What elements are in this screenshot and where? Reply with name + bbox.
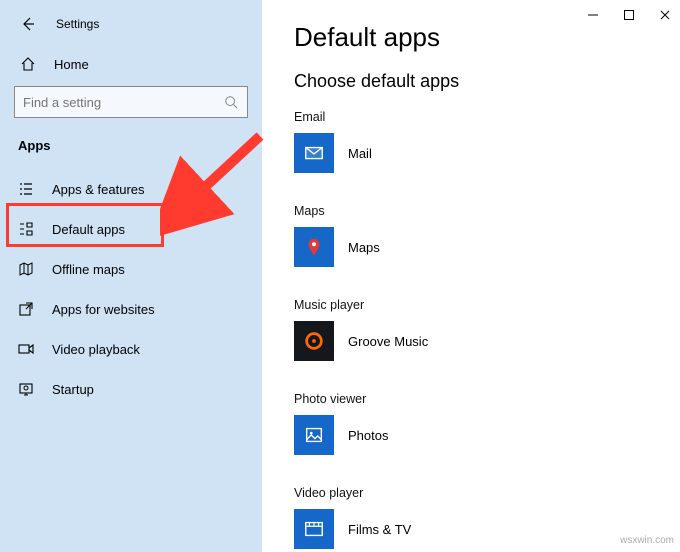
page-subtitle: Choose default apps xyxy=(294,71,680,92)
category-label: Photo viewer xyxy=(294,392,680,406)
title-bar: Settings xyxy=(0,0,262,40)
startup-icon xyxy=(18,381,34,397)
default-app-video[interactable]: Films & TV xyxy=(294,508,624,550)
app-tile xyxy=(294,227,334,267)
mail-icon xyxy=(303,142,325,164)
maps-icon xyxy=(303,236,325,258)
app-tile xyxy=(294,509,334,549)
nav-label: Video playback xyxy=(52,342,140,357)
category-email: Email Mail xyxy=(294,110,680,174)
search-box[interactable] xyxy=(14,86,248,118)
nav-video-playback[interactable]: Video playback xyxy=(0,329,262,369)
nav-label: Default apps xyxy=(52,222,125,237)
category-label: Music player xyxy=(294,298,680,312)
content-area: Default apps Choose default apps Email M… xyxy=(262,0,680,552)
default-app-music[interactable]: Groove Music xyxy=(294,320,624,362)
search-input[interactable] xyxy=(23,95,223,110)
home-nav[interactable]: Home xyxy=(0,40,262,80)
category-photo: Photo viewer Photos xyxy=(294,392,680,456)
open-icon xyxy=(18,301,34,317)
nav-label: Startup xyxy=(52,382,94,397)
defaults-icon xyxy=(18,221,34,237)
back-button[interactable] xyxy=(18,14,38,34)
nav-offline-maps[interactable]: Offline maps xyxy=(0,249,262,289)
search-wrap xyxy=(0,80,262,128)
home-label: Home xyxy=(54,57,89,72)
category-label: Video player xyxy=(294,486,680,500)
app-name: Photos xyxy=(348,428,388,443)
window-controls xyxy=(586,8,672,22)
app-name: Groove Music xyxy=(348,334,428,349)
app-tile xyxy=(294,321,334,361)
nav-startup[interactable]: Startup xyxy=(0,369,262,409)
default-app-photo[interactable]: Photos xyxy=(294,414,624,456)
nav-apps-features[interactable]: Apps & features xyxy=(0,169,262,209)
category-label: Maps xyxy=(294,204,680,218)
films-tv-icon xyxy=(303,518,325,540)
app-name: Films & TV xyxy=(348,522,411,537)
minimize-icon xyxy=(587,9,599,21)
category-label: Email xyxy=(294,110,680,124)
nav-label: Apps for websites xyxy=(52,302,155,317)
nav-apps-websites[interactable]: Apps for websites xyxy=(0,289,262,329)
maximize-button[interactable] xyxy=(622,8,636,22)
photos-icon xyxy=(303,424,325,446)
app-tile xyxy=(294,133,334,173)
home-icon xyxy=(20,56,36,72)
nav-default-apps[interactable]: Default apps xyxy=(0,209,262,249)
map-icon xyxy=(18,261,34,277)
close-icon xyxy=(659,9,671,21)
maximize-icon xyxy=(623,9,635,21)
section-header: Apps xyxy=(0,128,262,159)
category-music: Music player Groove Music xyxy=(294,298,680,362)
search-icon xyxy=(223,94,239,110)
app-name: Maps xyxy=(348,240,380,255)
nav-label: Apps & features xyxy=(52,182,145,197)
sidebar: Settings Home Apps Apps & features Defau… xyxy=(0,0,262,552)
list-icon xyxy=(18,181,34,197)
default-app-maps[interactable]: Maps xyxy=(294,226,624,268)
minimize-button[interactable] xyxy=(586,8,600,22)
groove-icon xyxy=(303,330,325,352)
page-title: Default apps xyxy=(294,22,680,53)
back-arrow-icon xyxy=(20,16,36,32)
app-name: Mail xyxy=(348,146,372,161)
watermark: wsxwin.com xyxy=(620,535,674,546)
category-maps: Maps Maps xyxy=(294,204,680,268)
default-app-email[interactable]: Mail xyxy=(294,132,624,174)
nav-label: Offline maps xyxy=(52,262,125,277)
video-icon xyxy=(18,341,34,357)
close-button[interactable] xyxy=(658,8,672,22)
window-title: Settings xyxy=(56,17,99,31)
app-tile xyxy=(294,415,334,455)
